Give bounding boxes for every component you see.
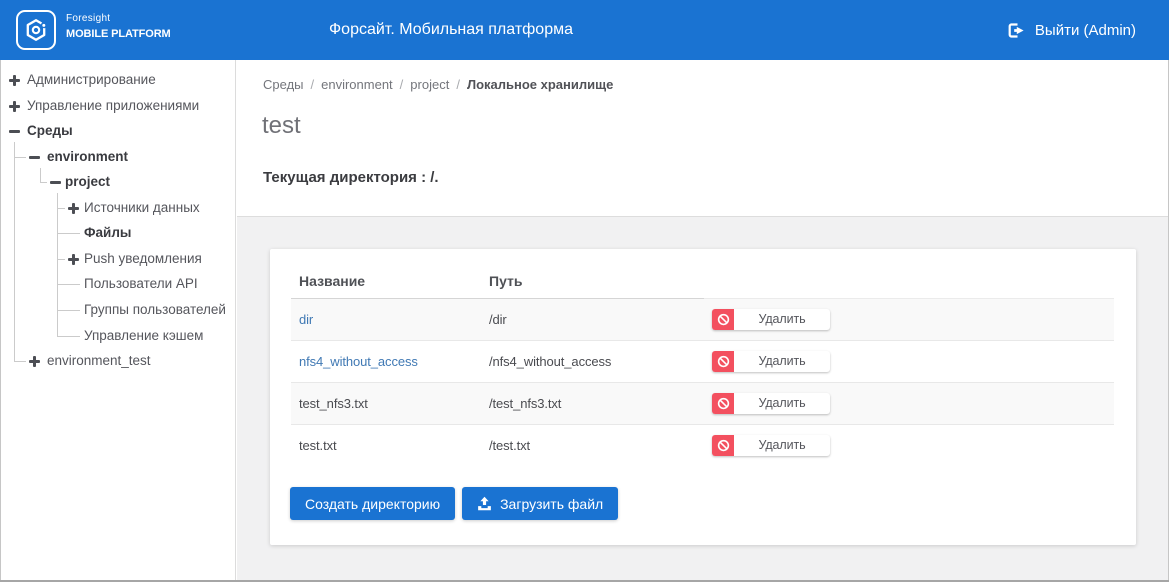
upload-file-button[interactable]: Загрузить файл [462,487,618,520]
sidebar-item-label: Пользователи API [84,271,198,297]
expand-icon[interactable] [9,101,20,112]
file-name-text: test.txt [291,424,481,466]
sidebar-item-administration[interactable]: Администрирование [0,67,236,93]
file-name-link[interactable]: nfs4_without_access [299,354,418,369]
brand-line1: Foresight [66,14,171,24]
files-card: Название Путь dir/dirУдалитьnfs4_without… [270,249,1136,545]
ban-icon [712,435,734,456]
card-actions: Создать директорию Загрузить файл [290,487,618,520]
sidebar-item-environment-test[interactable]: environment_test [0,348,236,374]
breadcrumb-separator: / [311,77,315,92]
delete-button[interactable]: Удалить [712,435,830,456]
delete-button-label: Удалить [734,309,830,330]
upload-icon [477,496,492,511]
app-title: Форсайт. Мобильная платформа [329,21,573,39]
expand-icon[interactable] [9,75,20,86]
sidebar-tree: АдминистрированиеУправление приложениями… [0,60,236,582]
foresight-logo-icon [23,17,49,43]
current-directory-label: Текущая директория : /. [263,169,439,186]
sidebar-item-api-users[interactable]: Пользователи API [0,271,236,297]
file-name-text: test_nfs3.txt [291,382,481,424]
delete-button[interactable]: Удалить [712,393,830,414]
delete-button-label: Удалить [734,435,830,456]
breadcrumb-separator: / [456,77,460,92]
sidebar-item-project[interactable]: project [0,169,236,195]
logout-icon [1008,23,1024,38]
sidebar-item-label: Администрирование [27,67,156,93]
table-row: dir/dir Удалить [291,298,1114,340]
expand-icon[interactable] [68,254,79,265]
sidebar-item-label: Push уведомления [84,246,202,272]
sidebar-item-data-sources[interactable]: Источники данных [0,195,236,221]
expand-icon[interactable] [29,356,40,367]
delete-button-label: Удалить [734,351,830,372]
sidebar-item-app-management[interactable]: Управление приложениями [0,93,236,119]
table-row: nfs4_without_access/nfs4_without_access У… [291,340,1114,382]
sidebar-item-label: environment_test [47,348,151,374]
collapse-icon[interactable] [9,126,20,137]
file-name-link[interactable]: dir [299,312,313,327]
column-header-path: Путь [481,249,704,298]
breadcrumb: Среды / environment / project / Локальное хран… [263,77,613,92]
ban-icon [712,309,734,330]
brand-text: Foresight MOBILE PLATFORM [66,14,171,40]
sidebar-item-label: Управление приложениями [27,93,199,119]
column-header-actions [704,249,1114,298]
column-header-name: Название [291,249,481,298]
ban-icon [712,393,734,414]
sidebar-item-label: Группы пользователей [84,297,226,323]
brand-line2: MOBILE PLATFORM [66,29,171,40]
breadcrumb-item[interactable]: environment [321,77,393,92]
app-logo[interactable] [16,10,56,50]
sidebar-item-label: Источники данных [84,195,200,221]
sidebar-item-environments[interactable]: Среды [0,118,236,144]
sidebar-item-label: environment [47,144,128,170]
breadcrumb-item[interactable]: project [410,77,449,92]
file-path: /test.txt [481,424,704,466]
file-path: /test_nfs3.txt [481,382,704,424]
file-path: /dir [481,298,704,340]
expand-icon[interactable] [68,203,79,214]
sidebar-item-push-notifications[interactable]: Push уведомления [0,246,236,272]
sidebar-item-label: Файлы [84,220,131,246]
breadcrumb-separator: / [400,77,404,92]
table-row: test_nfs3.txt/test_nfs3.txt Удалить [291,382,1114,424]
main-content: Среды / environment / project / Локальное хран… [237,60,1169,582]
logout-label: Выйти (Admin) [1035,22,1136,39]
breadcrumb-item[interactable]: Среды [263,77,304,92]
delete-button-label: Удалить [734,393,830,414]
delete-button[interactable]: Удалить [712,351,830,372]
sidebar-item-files[interactable]: Файлы [0,220,236,246]
logout-button[interactable]: Выйти (Admin) [1008,0,1136,60]
file-path: /nfs4_without_access [481,340,704,382]
page-header-panel: Среды / environment / project / Локальное хран… [237,60,1169,217]
collapse-icon[interactable] [29,152,40,163]
sidebar-item-environment[interactable]: environment [0,144,236,170]
sidebar-item-label: Управление кэшем [84,323,203,349]
delete-button[interactable]: Удалить [712,309,830,330]
sidebar-item-user-groups[interactable]: Группы пользователей [0,297,236,323]
sidebar-item-cache-management[interactable]: Управление кэшем [0,323,236,349]
table-row: test.txt/test.txt Удалить [291,424,1114,466]
sidebar-item-label: Среды [27,118,73,144]
collapse-icon[interactable] [50,177,61,188]
files-table: Название Путь dir/dirУдалитьnfs4_without… [291,249,1114,466]
breadcrumb-current: Локальное хранилище [467,77,613,92]
sidebar-item-label: project [65,169,110,195]
app-header: Foresight MOBILE PLATFORM Форсайт. Мобил… [0,0,1169,60]
page-title: test [262,112,301,140]
create-directory-button[interactable]: Создать директорию [290,487,455,520]
ban-icon [712,351,734,372]
window-edge-left [0,60,1,582]
